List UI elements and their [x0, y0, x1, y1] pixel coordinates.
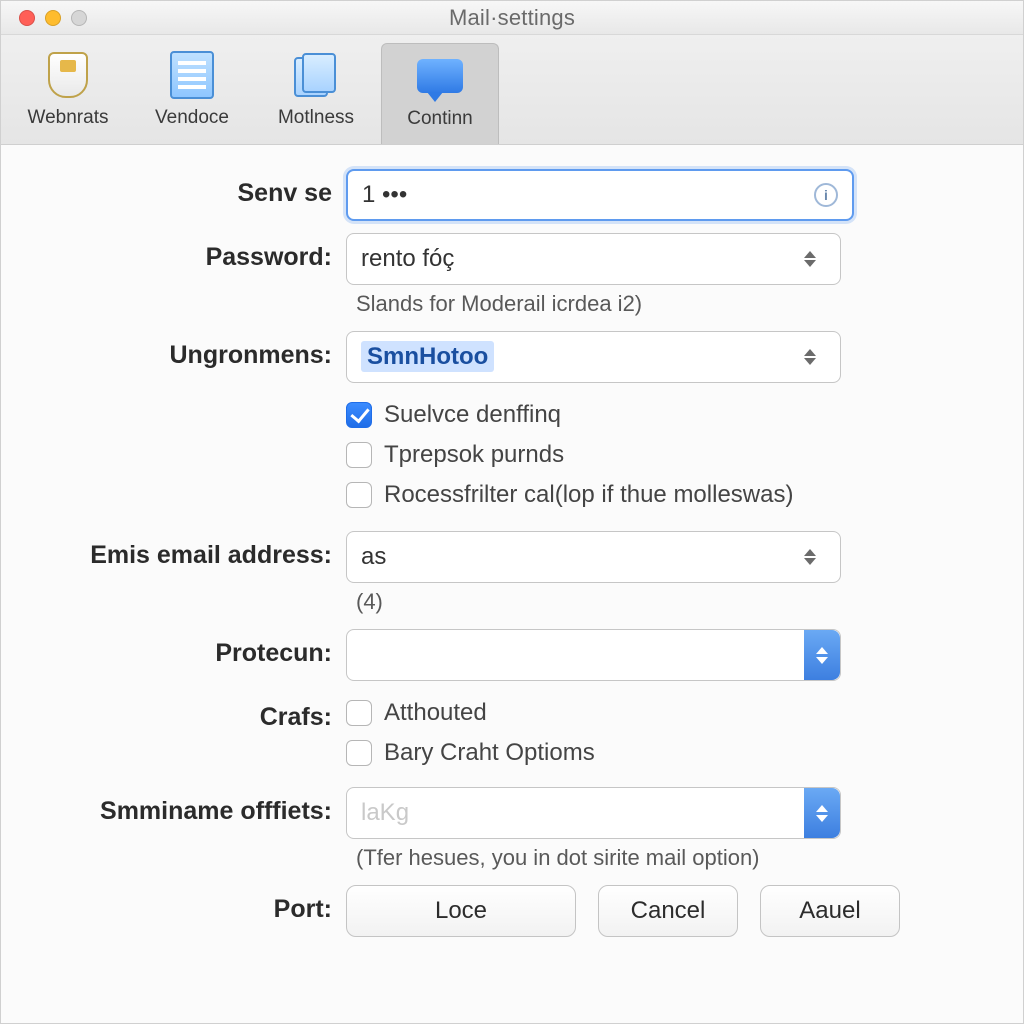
checkbox-label: Bary Craht Optioms: [384, 739, 595, 767]
zoom-window-icon[interactable]: [71, 10, 87, 26]
password-label: Password:: [1, 233, 346, 272]
window-controls: [1, 10, 87, 26]
dropdown-handle-icon[interactable]: [804, 630, 840, 680]
info-icon[interactable]: i: [814, 183, 838, 207]
tab-label: Continn: [407, 108, 473, 130]
smminame-placeholder: laKg: [347, 799, 804, 827]
tab-webnrats[interactable]: Webnrats: [9, 43, 127, 144]
stepper-icon[interactable]: [804, 349, 826, 365]
ungron-value: SmnHotoo: [361, 341, 494, 372]
button-bar: Loce Cancel Aauel: [346, 885, 985, 937]
ungron-combo[interactable]: SmnHotoo: [346, 331, 841, 383]
checkbox-icon[interactable]: [346, 402, 372, 428]
preferences-tabs: Webnrats Vendoce Motlness Continn: [1, 35, 1023, 145]
checkbox-label: Suelvce denffinq: [384, 401, 561, 429]
page-icon: [166, 49, 218, 101]
password-combo[interactable]: rento fóç: [346, 233, 841, 285]
cancel-button[interactable]: Cancel: [598, 885, 738, 937]
smminame-select[interactable]: laKg: [346, 787, 841, 839]
email-combo[interactable]: as: [346, 531, 841, 583]
checkbox-icon[interactable]: [346, 482, 372, 508]
email-value: as: [361, 543, 804, 571]
tab-vendoce[interactable]: Vendoce: [133, 43, 251, 144]
checkbox-suelvce[interactable]: Suelvce denffinq: [346, 395, 985, 435]
checkbox-label: Rocessfrilter cal(lop if thue molleswas): [384, 481, 793, 509]
dropdown-handle-icon[interactable]: [804, 788, 840, 838]
senv-value: 1 •••: [362, 181, 407, 209]
checkbox-icon[interactable]: [346, 700, 372, 726]
tab-label: Webnrats: [28, 107, 109, 129]
smminame-label: Smminame offfiets:: [1, 787, 346, 826]
crafs-label: Crafs:: [1, 693, 346, 732]
ungron-label: Ungronmens:: [1, 331, 346, 370]
checkbox-rocessfilter[interactable]: Rocessfrilter cal(lop if thue molleswas): [346, 475, 985, 515]
tab-motlness[interactable]: Motlness: [257, 43, 375, 144]
loce-button[interactable]: Loce: [346, 885, 576, 937]
email-hint: (4): [346, 583, 985, 623]
smminame-hint: (Tfer hesues, you in dot sirite mail opt…: [346, 839, 985, 879]
minimize-window-icon[interactable]: [45, 10, 61, 26]
checkbox-icon[interactable]: [346, 442, 372, 468]
form-panel: Senv se 1 ••• i Password: rento fóç Slan…: [1, 145, 1023, 1023]
password-value: rento fóç: [361, 245, 804, 273]
password-hint: Slands for Moderail icrdea i2): [346, 285, 985, 325]
close-window-icon[interactable]: [19, 10, 35, 26]
stepper-icon[interactable]: [804, 549, 826, 565]
titlebar: Mail·settings: [1, 1, 1023, 35]
window-title: Mail·settings: [1, 5, 1023, 31]
tab-continn[interactable]: Continn: [381, 43, 499, 144]
email-label: Emis email address:: [1, 531, 346, 570]
checkbox-bary-craht[interactable]: Bary Craht Optioms: [346, 733, 985, 773]
aauel-button[interactable]: Aauel: [760, 885, 900, 937]
checkbox-tprepsok[interactable]: Tprepsok purnds: [346, 435, 985, 475]
port-label: Port:: [1, 885, 346, 924]
stepper-icon[interactable]: [804, 251, 826, 267]
senv-label: Senv se: [1, 169, 346, 208]
tab-label: Vendoce: [155, 107, 229, 129]
checkbox-label: Atthouted: [384, 699, 487, 727]
preferences-window: Mail·settings Webnrats Vendoce Motlness …: [0, 0, 1024, 1024]
checkbox-atthouted[interactable]: Atthouted: [346, 693, 985, 733]
protecun-label: Protecun:: [1, 629, 346, 668]
shield-icon: [42, 49, 94, 101]
checkbox-label: Tprepsok purnds: [384, 441, 564, 469]
stack-icon: [290, 49, 342, 101]
checkbox-icon[interactable]: [346, 740, 372, 766]
tab-label: Motlness: [278, 107, 354, 129]
senv-input[interactable]: 1 ••• i: [346, 169, 854, 221]
speech-bubble-icon: [414, 50, 466, 102]
protecun-select[interactable]: [346, 629, 841, 681]
